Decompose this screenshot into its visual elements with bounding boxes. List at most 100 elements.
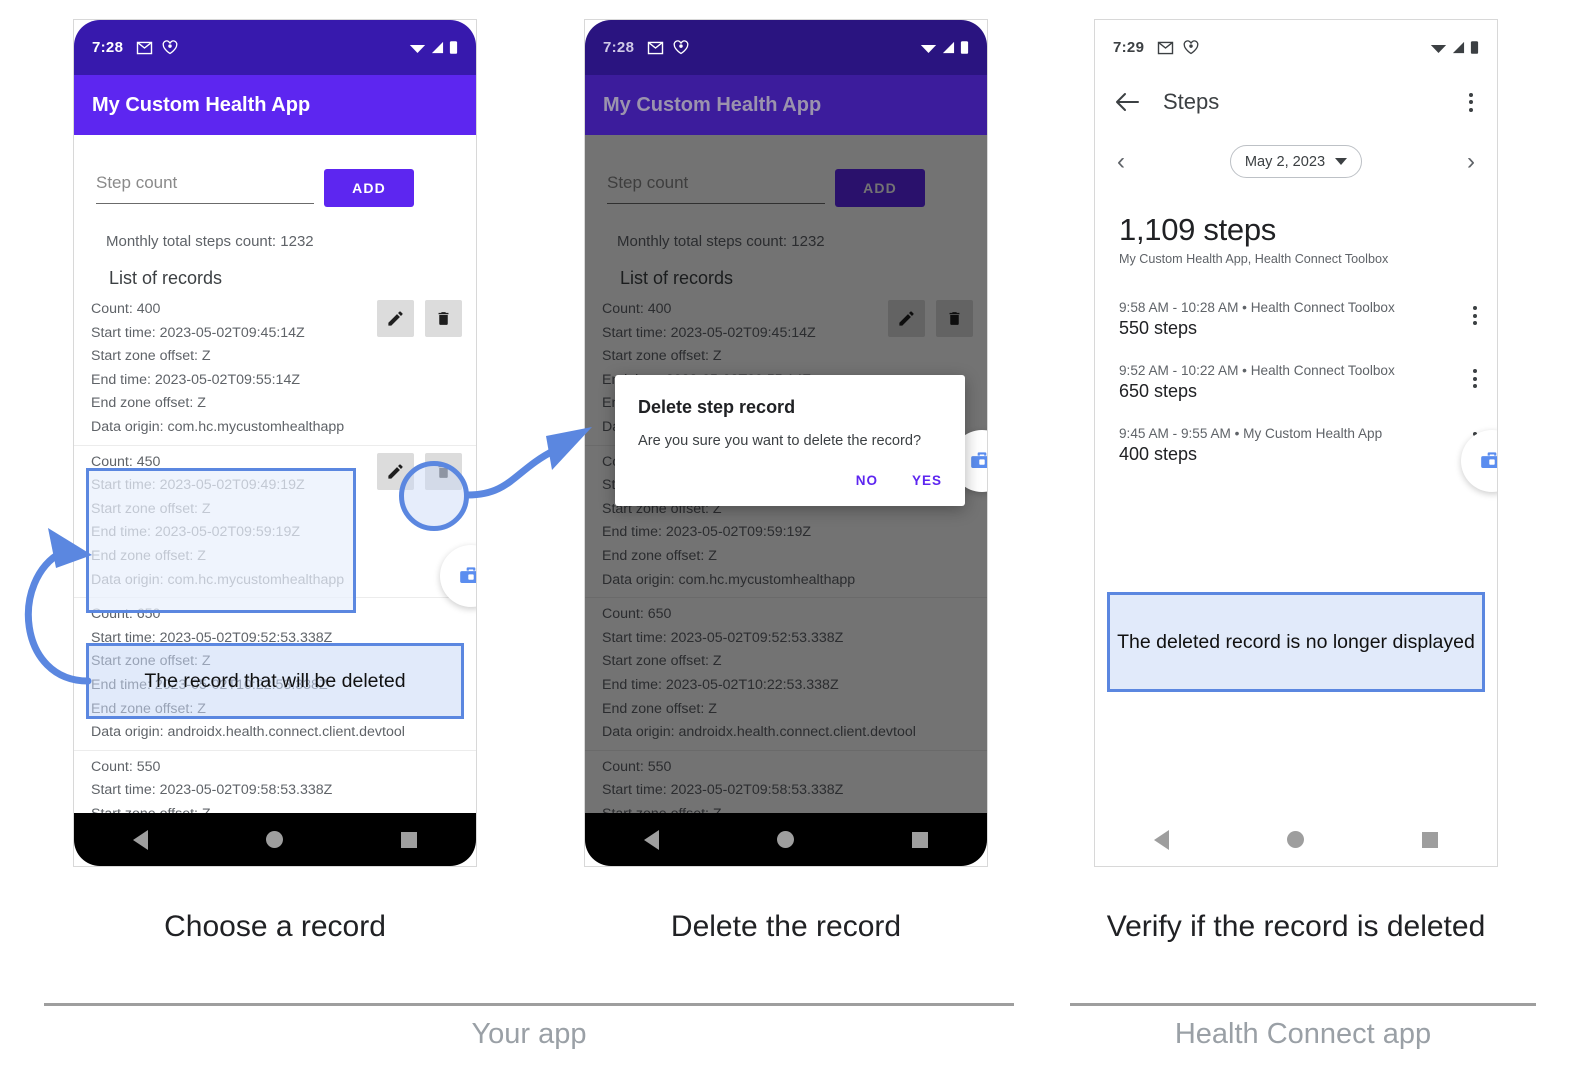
dialog-yes-button[interactable]: YES (912, 473, 942, 488)
kebab-dot (1473, 306, 1477, 310)
dialog-title: Delete step record (638, 397, 796, 417)
gmail-icon (648, 41, 664, 54)
input-underline (96, 202, 314, 204)
status-bar-3: 7:29 (1095, 20, 1497, 75)
nav-home-icon[interactable] (777, 831, 794, 848)
health-connect-icon (673, 40, 689, 55)
kebab-dot (1473, 313, 1477, 318)
battery-icon (960, 41, 969, 54)
nav-back-icon[interactable] (644, 829, 659, 850)
health-connect-icon (1183, 40, 1199, 55)
entry-overflow-menu-icon[interactable] (1473, 369, 1477, 388)
step-count-input[interactable]: Step count (96, 173, 314, 204)
phone-screen-3: 7:29 Steps ‹ May 2, 2023 › 1,109 steps M… (1095, 20, 1497, 866)
entry-overflow-menu-icon[interactable] (1473, 306, 1477, 325)
wifi-icon (1430, 44, 1447, 54)
phone-screen-2: 7:28 My Custom Health App Step count (585, 20, 987, 866)
record-row[interactable]: Count: 400 Start time: 2023-05-02T09:45:… (74, 293, 476, 445)
nav-recents-icon[interactable] (401, 831, 417, 848)
step-count-input-row: Step count ADD (74, 135, 476, 207)
add-button[interactable]: ADD (324, 169, 414, 207)
entry-time-and-source: 9:45 AM - 9:55 AM • My Custom Health App (1119, 426, 1383, 441)
phone-frame-health-connect: 7:29 Steps ‹ May 2, 2023 › 1,109 steps M… (1094, 19, 1498, 867)
back-arrow-icon[interactable] (1115, 92, 1139, 112)
illustration-canvas: 7:28 My Custom Health App Step count ADD… (0, 0, 1578, 1088)
app-bar-1: My Custom Health App (74, 75, 476, 135)
signal-icon (942, 41, 955, 54)
data-sources-label: My Custom Health App, Health Connect Too… (1119, 252, 1389, 266)
nav-back-icon[interactable] (133, 829, 148, 850)
group-label-your-app: Your app (471, 1018, 587, 1050)
chevron-down-icon (1335, 158, 1348, 165)
record-end-zone: End zone offset: Z (91, 395, 206, 412)
status-notification-icons (136, 40, 178, 55)
steps-entries-list: 9:58 AM - 10:28 AM • Health Connect Tool… (1095, 288, 1497, 477)
nav-recents-icon[interactable] (912, 831, 928, 848)
pencil-icon (388, 463, 403, 479)
group-divider-health-connect (1070, 1003, 1536, 1006)
record-end-time: End time: 2023-05-02T09:55:14Z (91, 371, 301, 388)
previous-day-button[interactable]: ‹ (1117, 149, 1125, 174)
pencil-icon (388, 311, 403, 326)
annotation-highlight-selected-record (86, 468, 356, 613)
entry-time-and-source: 9:58 AM - 10:28 AM • Health Connect Tool… (1119, 300, 1395, 315)
toolbox-icon (460, 567, 476, 584)
gmail-icon (137, 41, 153, 54)
monthly-total-label: Monthly total steps count: 1232 (106, 233, 314, 250)
page-title: Steps (1163, 89, 1220, 114)
kebab-dot (1473, 369, 1477, 373)
status-time: 7:28 (92, 39, 124, 56)
record-origin: Data origin: com.hc.mycustomhealthapp (91, 418, 345, 435)
overflow-menu-icon[interactable] (1469, 92, 1477, 112)
app-title: My Custom Health App (92, 93, 311, 116)
entry-time-and-source: 9:52 AM - 10:22 AM • Health Connect Tool… (1119, 363, 1395, 378)
edit-record-button[interactable] (377, 300, 414, 337)
nav-home-icon[interactable] (1287, 831, 1304, 848)
kebab-dot (1469, 92, 1473, 97)
list-of-records-heading: List of records (109, 268, 223, 288)
gmail-icon (1158, 41, 1174, 54)
delete-confirmation-dialog: Delete step record Are you sure you want… (615, 375, 965, 506)
status-system-icons (920, 40, 969, 55)
annotation-callout-record-deleted: The deleted record is no longer displaye… (1107, 592, 1485, 692)
status-system-icons (1430, 40, 1479, 55)
phone-frame-delete-record: 7:28 My Custom Health App Step count (584, 19, 988, 867)
app-title: My Custom Health App (603, 93, 822, 116)
delete-record-button[interactable] (425, 300, 462, 337)
caption-step-3: Verify if the record is deleted (1106, 910, 1486, 943)
status-bar-2: 7:28 (585, 20, 987, 75)
status-time: 7:29 (1113, 39, 1145, 56)
dialog-message: Are you sure you want to delete the reco… (638, 433, 922, 449)
kebab-dot (1473, 321, 1477, 325)
caption-step-2: Delete the record (670, 910, 902, 943)
entry-step-count: 400 steps (1119, 444, 1198, 464)
steps-entry-row[interactable]: 9:45 AM - 9:55 AM • My Custom Health App… (1095, 414, 1497, 477)
kebab-dot (1473, 384, 1477, 388)
group-label-health-connect: Health Connect app (1174, 1018, 1432, 1050)
steps-entry-row[interactable]: 9:52 AM - 10:22 AM • Health Connect Tool… (1095, 351, 1497, 414)
nav-home-icon[interactable] (266, 831, 283, 848)
app-bar-2: My Custom Health App (585, 75, 987, 135)
annotation-callout-text: The deleted record is no longer displaye… (1117, 630, 1475, 653)
dialog-no-button[interactable]: NO (856, 473, 878, 488)
status-time: 7:28 (603, 39, 635, 56)
battery-icon (1470, 41, 1479, 54)
next-day-button[interactable]: › (1467, 149, 1475, 174)
steps-entry-row[interactable]: 9:58 AM - 10:28 AM • Health Connect Tool… (1095, 288, 1497, 351)
nav-back-icon[interactable] (1154, 829, 1169, 850)
dialog-actions: NO YES (638, 473, 942, 494)
entry-step-count: 550 steps (1119, 318, 1198, 338)
status-system-icons (409, 40, 458, 55)
kebab-dot (1473, 376, 1477, 381)
annotation-callout-text: The record that will be deleted (144, 669, 406, 692)
status-bar-1: 7:28 (74, 20, 476, 75)
record-count: Count: 550 (91, 758, 161, 775)
annotation-callout-record-to-delete: The record that will be deleted (86, 643, 464, 719)
entry-step-count: 650 steps (1119, 381, 1198, 401)
date-picker-chip[interactable]: May 2, 2023 (1229, 145, 1363, 178)
battery-icon (449, 41, 458, 54)
signal-icon (1452, 41, 1465, 54)
nav-recents-icon[interactable] (1422, 831, 1438, 848)
health-connect-icon (162, 40, 178, 55)
android-nav-bar-1 (74, 813, 476, 866)
